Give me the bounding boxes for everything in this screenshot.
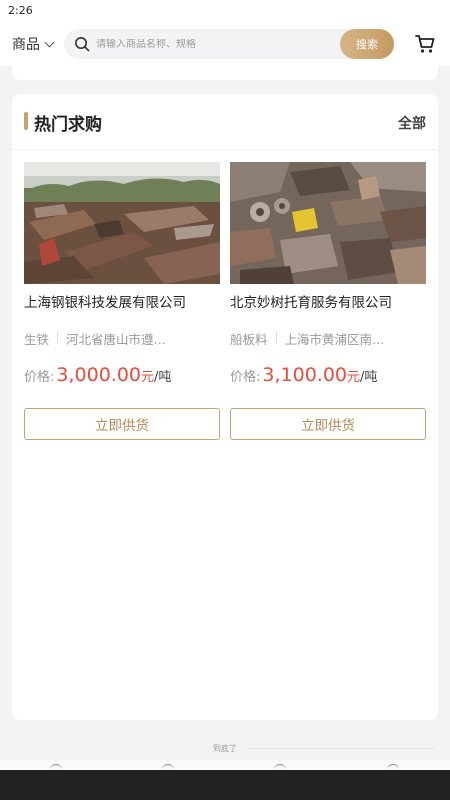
top-bar: 商品 搜索: [0, 22, 450, 66]
section-title: 热门求购: [34, 115, 102, 135]
end-of-list: 到底了: [0, 740, 450, 756]
status-time: 2:26: [8, 4, 33, 17]
status-bar: 2:26: [0, 0, 450, 22]
cart-icon[interactable]: [414, 33, 436, 55]
chevron-down-icon: [44, 37, 55, 47]
see-all-link[interactable]: 全部: [398, 113, 426, 133]
product-image[interactable]: [24, 162, 220, 284]
price-unit: 元: [141, 370, 155, 385]
product-card[interactable]: 北京妙树托育服务有限公司 船板料 上海市黄浦区南… 价格: 3,100.00 元…: [230, 162, 426, 440]
price-value: 3,100.00: [262, 364, 347, 386]
company-name: 北京妙树托育服务有限公司: [230, 295, 392, 311]
end-divider-left: [15, 748, 203, 749]
price-unit: 元: [347, 370, 361, 385]
bottom-tab-bar: [0, 760, 450, 770]
price-label: 价格:: [230, 370, 261, 385]
product-meta: 船板料 上海市黄浦区南…: [230, 328, 426, 348]
price-line: 价格: 3,100.00 元 /吨: [230, 364, 426, 392]
supply-now-button[interactable]: 立即供货: [230, 408, 426, 440]
accent-bar: [24, 112, 28, 130]
material-type: 船板料: [230, 331, 268, 347]
product-meta: 生铁 河北省唐山市遵…: [24, 328, 220, 348]
system-navigation-bar: [0, 770, 450, 800]
price-value: 3,000.00: [56, 364, 141, 386]
category-select[interactable]: 商品: [12, 34, 64, 54]
location: 河北省唐山市遵…: [66, 331, 167, 347]
price-per-unit: /吨: [154, 370, 172, 385]
supply-now-button[interactable]: 立即供货: [24, 408, 220, 440]
end-divider: [247, 747, 435, 749]
price-line: 价格: 3,000.00 元 /吨: [24, 364, 220, 392]
category-label: 商品: [12, 37, 40, 53]
meta-divider: [57, 332, 59, 344]
location: 上海市黄浦区南…: [284, 331, 385, 347]
product-image[interactable]: [230, 162, 426, 284]
material-type: 生铁: [24, 331, 50, 347]
end-text: 到底了: [213, 743, 237, 753]
section-header: 热门求购 全部: [12, 94, 438, 150]
company-name: 上海钢银科技发展有限公司: [24, 295, 186, 311]
price-per-unit: /吨: [360, 370, 378, 385]
hot-purchase-card: 热门求购 全部 上海钢银科技发展有限公司 生铁 河北省唐山市遵… 价格: 3,0…: [12, 94, 438, 720]
search-button[interactable]: 搜索: [340, 29, 394, 59]
price-label: 价格:: [24, 370, 55, 385]
search-box[interactable]: 搜索: [64, 29, 394, 59]
search-input[interactable]: [96, 38, 336, 50]
previous-card-bottom: [12, 66, 438, 80]
product-card[interactable]: 上海钢银科技发展有限公司 生铁 河北省唐山市遵… 价格: 3,000.00 元 …: [24, 162, 220, 440]
search-icon: [72, 34, 92, 54]
meta-divider: [275, 332, 277, 344]
